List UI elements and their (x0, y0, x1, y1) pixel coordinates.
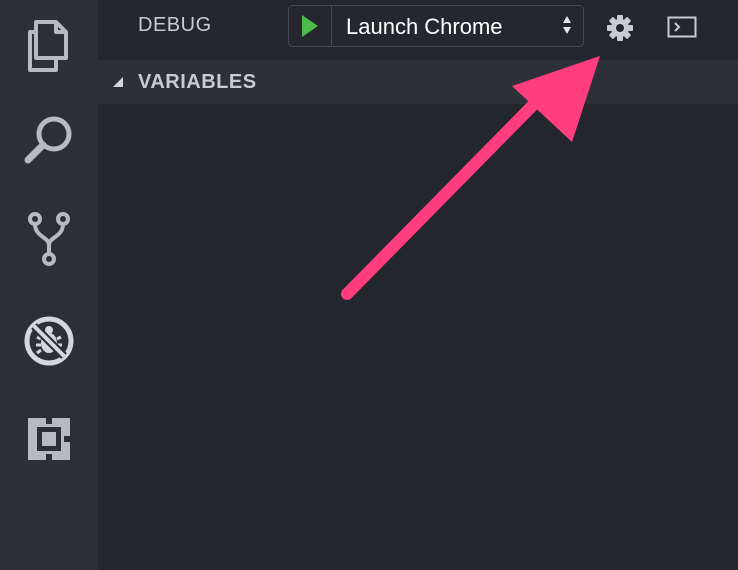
variables-section-title: VARIABLES (138, 71, 257, 93)
activity-item-source-control[interactable] (0, 194, 98, 284)
activity-item-search[interactable] (0, 96, 98, 186)
launch-config-select[interactable]: Launch Chrome (332, 6, 582, 45)
open-launch-json-button[interactable] (602, 10, 638, 46)
debug-title: DEBUG (138, 14, 212, 36)
variables-panel (98, 104, 738, 570)
vscode-window: DEBUG Launch Chrome VARIABLES (0, 0, 738, 570)
debug-toolbar: DEBUG Launch Chrome (98, 0, 738, 58)
debug-sidebar: DEBUG Launch Chrome VARIABLES (98, 0, 738, 570)
files-icon (28, 20, 68, 72)
collapse-triangle-icon (113, 77, 123, 87)
debug-icon (24, 316, 74, 366)
start-debugging-button[interactable] (289, 6, 332, 45)
activity-bar (0, 0, 98, 570)
activity-item-explorer[interactable] (0, 0, 98, 90)
activity-item-extensions[interactable] (0, 394, 98, 484)
extensions-icon (28, 416, 72, 462)
search-icon (24, 116, 72, 164)
select-arrows-icon (563, 16, 571, 34)
launch-config-value: Launch Chrome (346, 14, 503, 39)
debug-console-button[interactable] (664, 12, 700, 42)
variables-section-header[interactable]: VARIABLES (98, 60, 738, 104)
console-icon (667, 16, 697, 38)
activity-item-debug[interactable] (0, 296, 98, 386)
play-icon (302, 14, 318, 37)
launch-configuration: Launch Chrome (288, 5, 584, 47)
gear-icon (607, 15, 633, 41)
source-control-icon (28, 212, 70, 266)
